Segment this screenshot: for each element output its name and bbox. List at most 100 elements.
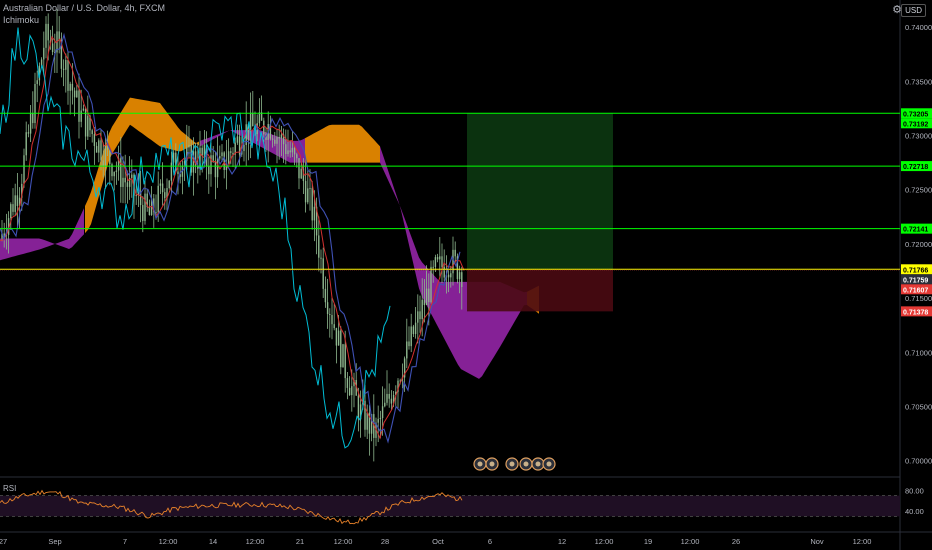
candle-body xyxy=(51,43,54,52)
price-label-text: 0.71378 xyxy=(903,309,928,316)
candle-body xyxy=(408,341,410,347)
time-axis-tick: Oct xyxy=(432,537,445,546)
candle-body xyxy=(208,166,210,175)
candle-body xyxy=(47,23,49,41)
time-axis-tick: 12:00 xyxy=(334,537,353,546)
candle-body xyxy=(236,136,239,143)
candle-body xyxy=(447,274,450,278)
candle-body xyxy=(109,149,111,165)
candle-body xyxy=(337,330,340,346)
candle-body xyxy=(188,145,190,148)
candle-body xyxy=(216,158,219,178)
candle-body xyxy=(164,192,166,199)
event-dot-icon xyxy=(477,461,483,467)
candle-body xyxy=(340,330,342,368)
candle-body xyxy=(144,193,146,221)
candle-body xyxy=(454,249,456,257)
candle-body xyxy=(410,326,412,347)
candle-body xyxy=(388,393,390,399)
time-axis-tick: 12:00 xyxy=(853,537,872,546)
price-label-text: 0.71607 xyxy=(903,287,928,294)
candle-body xyxy=(12,204,14,212)
candle-body xyxy=(324,288,327,303)
candle-body xyxy=(16,195,19,206)
candle-body xyxy=(326,302,329,314)
candle-body xyxy=(430,266,432,303)
time-axis-tick: Nov xyxy=(810,537,824,546)
candle-body xyxy=(384,402,386,407)
candle-body xyxy=(82,108,85,111)
price-label-text: 0.73205 xyxy=(903,111,928,118)
candle-body xyxy=(43,47,45,60)
candle-body xyxy=(329,313,331,315)
candle-body xyxy=(304,180,307,203)
candle-body xyxy=(439,256,441,260)
candle-body xyxy=(104,145,107,167)
candle-body xyxy=(322,258,324,289)
stop-loss-zone[interactable] xyxy=(467,269,613,312)
candle-body xyxy=(3,233,5,236)
candle-body xyxy=(71,83,74,91)
time-axis-tick: 12:00 xyxy=(595,537,614,546)
price-axis-tick: 0.74000 xyxy=(905,23,932,32)
time-axis-tick: 12:00 xyxy=(159,537,178,546)
rsi-axis-tick: 40.00 xyxy=(905,507,924,516)
candle-body xyxy=(201,147,203,156)
price-label-text: 0.72718 xyxy=(903,164,928,171)
currency-button[interactable]: USD xyxy=(901,4,926,17)
candle-body xyxy=(434,257,437,267)
rsi-axis-tick: 80.00 xyxy=(905,486,924,495)
candle-body xyxy=(252,112,254,127)
candle-body xyxy=(331,314,333,325)
candle-body xyxy=(98,140,100,153)
candle-body xyxy=(344,344,346,379)
time-axis-tick: 12 xyxy=(558,537,566,546)
candle-body xyxy=(377,418,379,423)
candle-body xyxy=(342,344,344,368)
candle-body xyxy=(386,393,388,403)
candle-body xyxy=(296,154,298,159)
candle-body xyxy=(34,83,36,124)
candle-body xyxy=(318,235,320,258)
candle-body xyxy=(142,205,144,221)
indicator-label[interactable]: Ichimoku xyxy=(3,14,165,26)
event-dot-icon xyxy=(535,461,541,467)
candle-body xyxy=(461,272,463,287)
candle-body xyxy=(278,137,280,139)
rsi-label[interactable]: RSI xyxy=(3,484,16,493)
candle-body xyxy=(406,341,408,359)
time-axis-tick: 14 xyxy=(209,537,217,546)
price-axis-tick: 0.72000 xyxy=(905,240,932,249)
candle-body xyxy=(258,112,261,124)
candle-body xyxy=(313,206,316,221)
price-axis-tick: 0.71000 xyxy=(905,348,932,357)
candle-body xyxy=(124,177,126,183)
candle-body xyxy=(27,132,30,134)
candle-body xyxy=(419,311,421,320)
price-chart[interactable]: 0.74000 0.73500 0.73000 0.72500 0.72000 0.715… xyxy=(0,0,932,550)
symbol-title[interactable]: Australian Dollar / U.S. Dollar, 4h, FXC… xyxy=(3,2,165,14)
candle-body xyxy=(148,207,151,216)
time-axis-tick: Sep xyxy=(48,537,61,546)
candle-body xyxy=(168,180,170,189)
candle-body xyxy=(412,326,415,335)
candle-body xyxy=(311,188,313,221)
candle-body xyxy=(333,324,335,329)
candle-body xyxy=(65,59,67,70)
candle-body xyxy=(161,183,164,193)
candle-body xyxy=(390,398,393,404)
candle-body xyxy=(36,80,38,84)
candle-body xyxy=(157,185,159,213)
take-profit-zone[interactable] xyxy=(467,113,613,270)
candle-body xyxy=(62,68,65,70)
candle-body xyxy=(441,256,443,267)
rsi-band xyxy=(0,495,900,517)
candle-body xyxy=(122,177,124,187)
candle-body xyxy=(45,23,47,48)
candle-body xyxy=(351,386,353,396)
candle-body xyxy=(170,162,173,181)
event-dot-icon xyxy=(546,461,552,467)
candle-body xyxy=(309,188,311,190)
candle-body xyxy=(25,132,27,156)
candle-body xyxy=(366,412,368,430)
